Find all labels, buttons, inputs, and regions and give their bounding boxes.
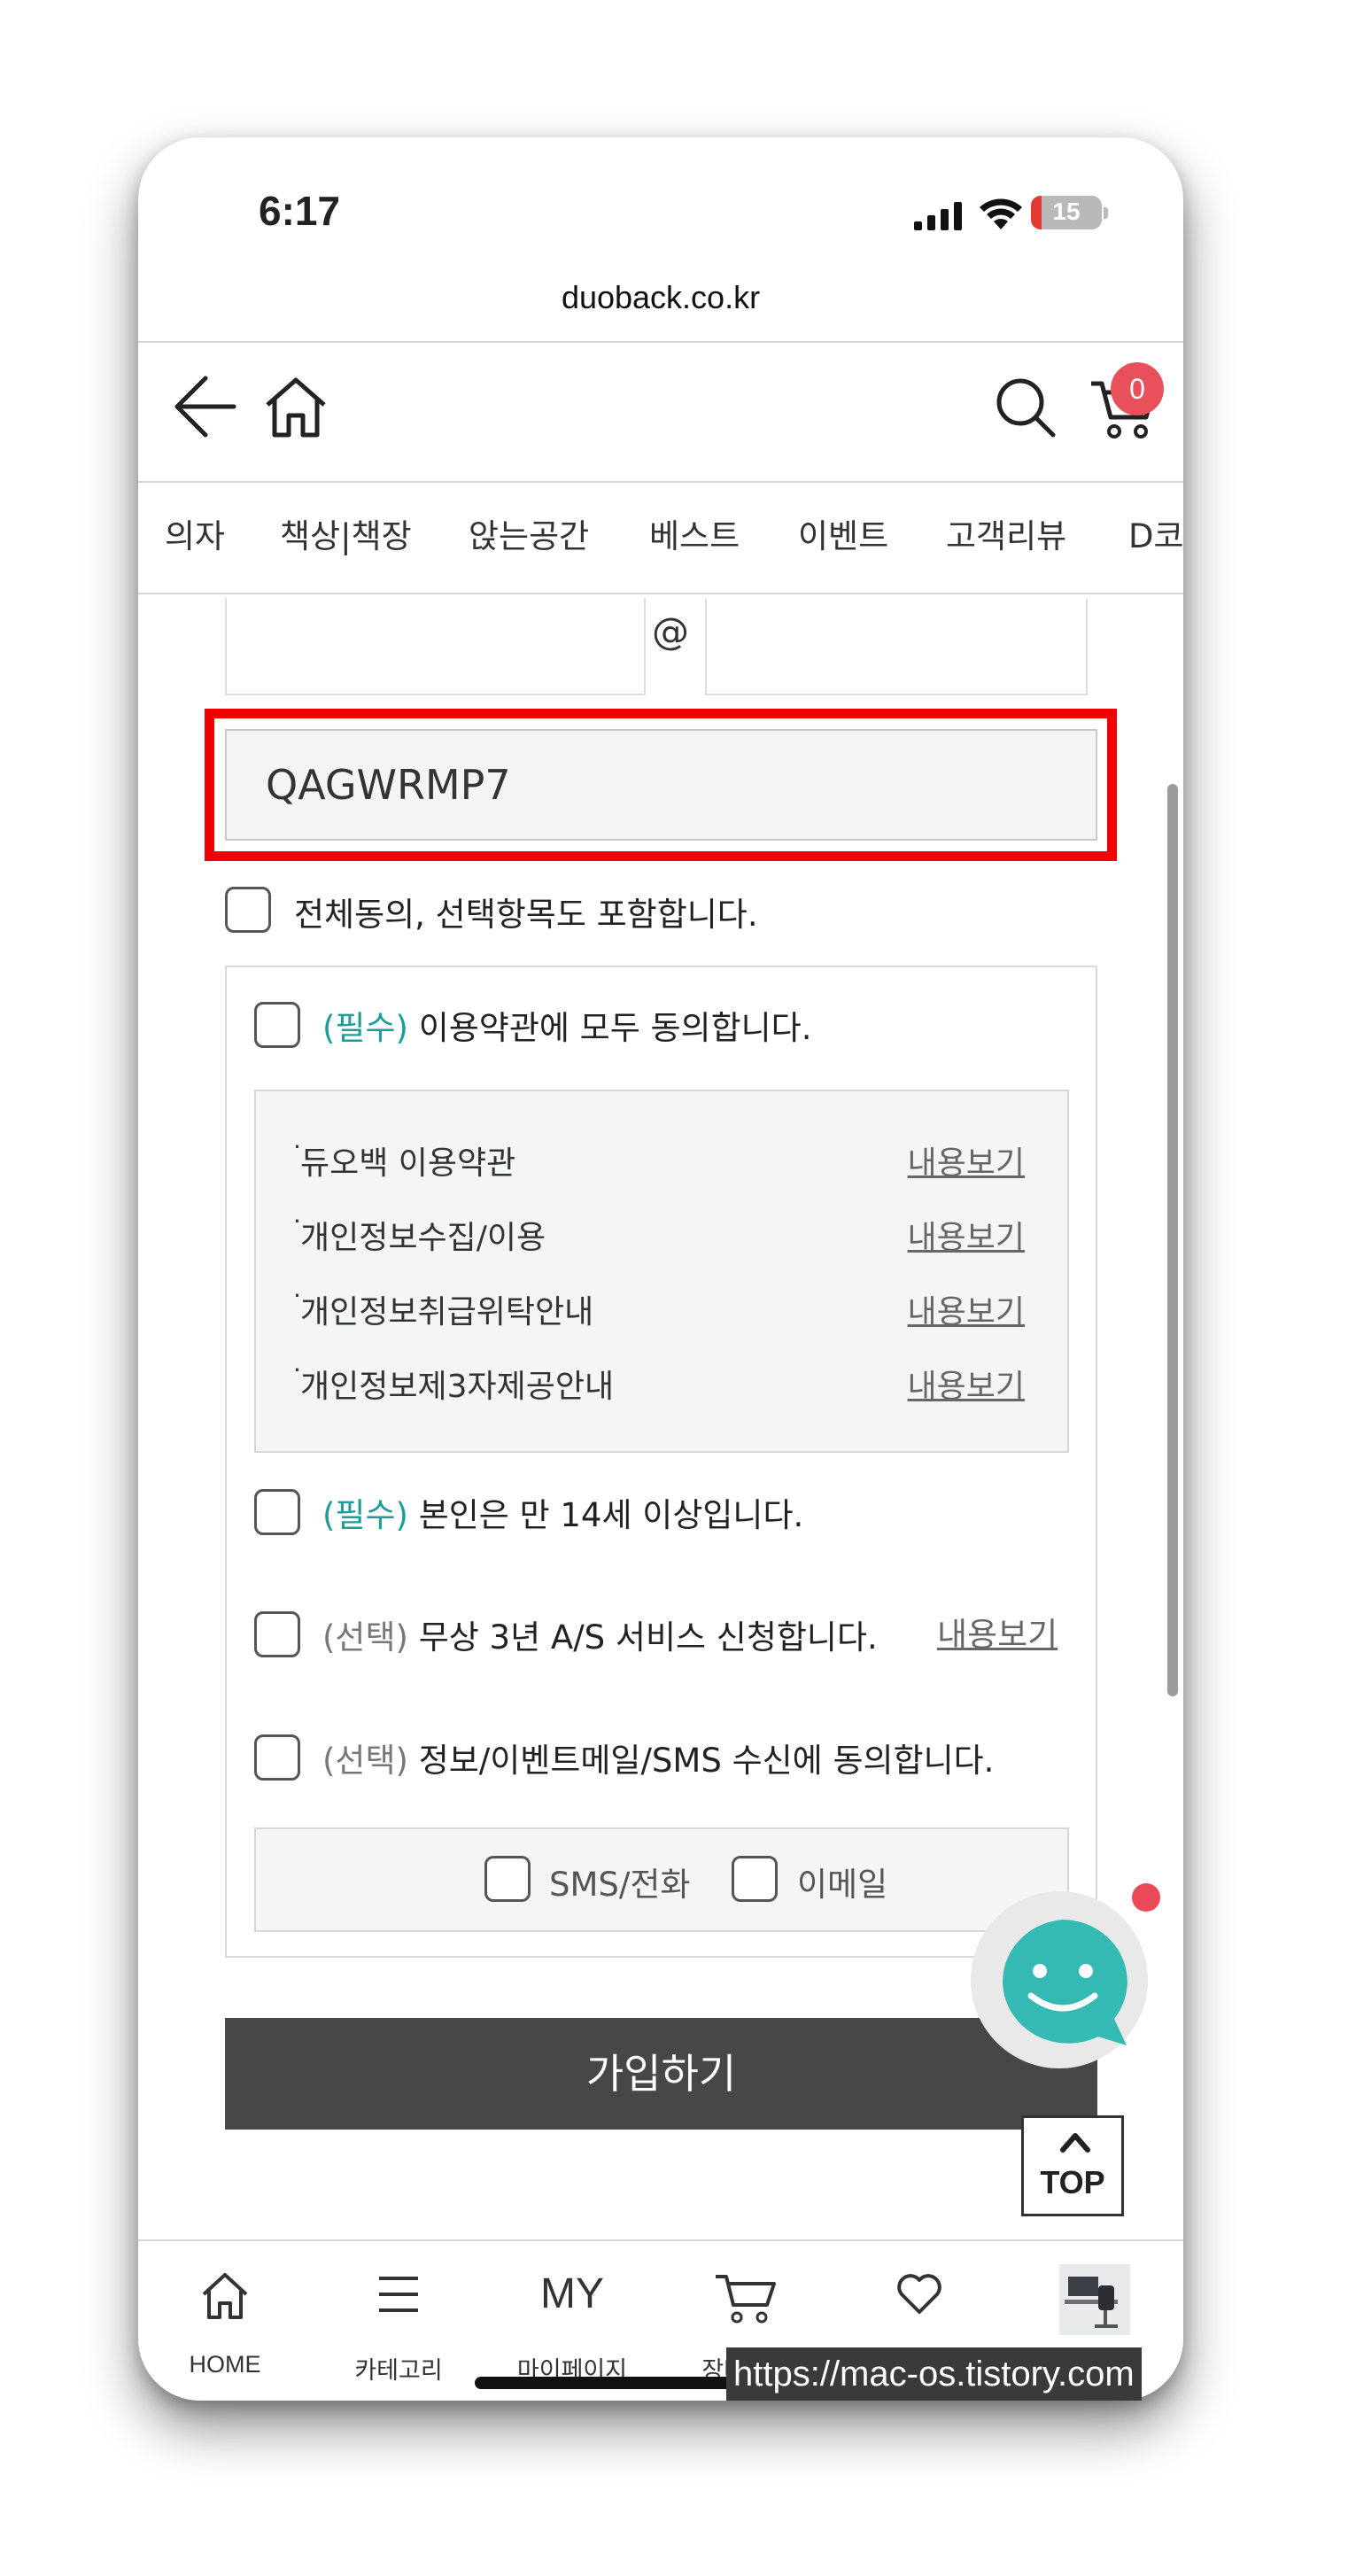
- term-label: 개인정보제3자제공안내: [300, 1369, 615, 1405]
- tab-home-label: HOME: [189, 2351, 261, 2378]
- term-label: 개인정보취급위탁안내: [300, 1294, 594, 1331]
- agree-all-label: 전체동의, 선택항목도 포함합니다.: [294, 896, 758, 934]
- divider: [138, 481, 1183, 483]
- battery-level: 15: [1052, 198, 1081, 225]
- battery-icon: 15: [1031, 196, 1102, 229]
- terms-all-text: 이용약관에 모두 동의합니다.: [407, 1009, 812, 1047]
- smiley-chat-icon[interactable]: [994, 1916, 1146, 2049]
- menu-icon: [379, 2277, 418, 2312]
- nav-item-desk[interactable]: 책상|책장: [280, 509, 412, 557]
- required-tag: (필수): [322, 1496, 408, 1534]
- email-domain-input[interactable]: [705, 598, 1088, 695]
- home-icon[interactable]: [262, 375, 329, 438]
- nav-item-space[interactable]: 앉는공간: [469, 509, 589, 557]
- recent-product-thumbnail: [1059, 2264, 1130, 2335]
- email-id-input[interactable]: [225, 598, 646, 695]
- scroll-top-button[interactable]: TOP: [1021, 2115, 1124, 2216]
- status-time: 6:17: [259, 188, 341, 234]
- tab-category-label: 카테고리: [354, 2357, 443, 2384]
- nav-item-event[interactable]: 이벤트: [798, 509, 888, 557]
- marketing-label: (선택) 정보/이벤트메일/SMS 수신에 동의합니다.: [322, 1734, 994, 1781]
- email-checkbox[interactable]: [732, 1856, 778, 1902]
- term-view-link[interactable]: 내용보기: [908, 1137, 1025, 1183]
- nav-item-dcode[interactable]: D코: [1128, 509, 1183, 557]
- cart-icon: [716, 2275, 776, 2324]
- marketing-channels: SMS/전화 이메일: [254, 1827, 1069, 1932]
- cart-count-badge: 0: [1111, 362, 1164, 415]
- wifi-icon: [980, 198, 1022, 229]
- term-row: · 듀오백 이용약관 내용보기: [256, 1132, 1067, 1191]
- term-view-link[interactable]: 내용보기: [908, 1212, 1025, 1258]
- watermark-text: https://mac-os.tistory.com: [726, 2347, 1142, 2401]
- marketing-text: 정보/이벤트메일/SMS 수신에 동의합니다.: [407, 1742, 995, 1780]
- age-text: 본인은 만 14세 이상입니다.: [407, 1496, 804, 1534]
- as-service-checkbox[interactable]: [254, 1611, 300, 1657]
- term-label: 듀오백 이용약관: [300, 1145, 516, 1182]
- address-bar-url[interactable]: duoback.co.kr: [138, 279, 1183, 316]
- tab-home[interactable]: HOME: [138, 2241, 312, 2401]
- as-service-label: (선택) 무상 3년 A/S 서비스 신청합니다.: [322, 1610, 878, 1658]
- sms-checkbox[interactable]: [484, 1856, 531, 1902]
- my-icon: MY: [540, 2270, 604, 2317]
- divider: [138, 341, 1183, 343]
- nav-item-best[interactable]: 베스트: [649, 509, 740, 557]
- agree-all-checkbox[interactable]: [225, 887, 271, 933]
- nav-item-review[interactable]: 고객리뷰: [946, 509, 1066, 557]
- terms-all-checkbox[interactable]: [254, 1002, 300, 1048]
- term-row: · 개인정보제3자제공안내 내용보기: [256, 1355, 1067, 1414]
- age-label: (필수) 본인은 만 14세 이상입니다.: [322, 1488, 803, 1536]
- email-at-sign: @: [652, 609, 689, 653]
- chevron-up-icon: [1060, 2133, 1090, 2153]
- home-icon: [202, 2273, 248, 2319]
- divider: [138, 593, 1183, 594]
- as-service-view-link[interactable]: 내용보기: [937, 1608, 1058, 1656]
- battery-cap: [1104, 207, 1108, 219]
- sms-label: SMS/전화: [549, 1866, 691, 1904]
- join-button[interactable]: 가입하기: [225, 2018, 1097, 2130]
- term-row: · 개인정보수집/이용 내용보기: [256, 1207, 1067, 1265]
- scrollbar[interactable]: [1167, 784, 1178, 1696]
- marketing-checkbox[interactable]: [254, 1734, 300, 1781]
- heart-icon: [897, 2274, 941, 2314]
- cellular-signal-icon: [914, 202, 962, 230]
- nav-item-chair[interactable]: 의자: [165, 509, 225, 557]
- search-icon[interactable]: [995, 376, 1057, 438]
- chatbot-notification-dot: [1132, 1883, 1160, 1912]
- age-checkbox[interactable]: [254, 1489, 300, 1535]
- term-label: 개인정보수집/이용: [300, 1220, 546, 1256]
- email-label: 이메일: [797, 1866, 888, 1904]
- required-tag: (필수): [322, 1009, 408, 1047]
- scroll-top-label: TOP: [1040, 2164, 1105, 2200]
- terms-list: · 듀오백 이용약관 내용보기 · 개인정보수집/이용 내용보기 · 개인정보취…: [254, 1090, 1069, 1453]
- back-arrow-icon[interactable]: [170, 373, 237, 440]
- optional-tag: (선택): [322, 1742, 408, 1780]
- term-row: · 개인정보취급위탁안내 내용보기: [256, 1281, 1067, 1339]
- optional-tag: (선택): [322, 1618, 408, 1657]
- as-service-text: 무상 3년 A/S 서비스 신청합니다.: [407, 1618, 878, 1657]
- terms-all-label: (필수) 이용약관에 모두 동의합니다.: [322, 1001, 811, 1049]
- term-view-link[interactable]: 내용보기: [908, 1361, 1025, 1407]
- code-input[interactable]: QAGWRMP7: [225, 729, 1097, 841]
- tab-category[interactable]: 카테고리: [312, 2241, 485, 2401]
- term-view-link[interactable]: 내용보기: [908, 1286, 1025, 1332]
- phone-screen: 6:17 15 duoback.co.kr 0 의자 책상|책장 앉는공간 베스…: [138, 137, 1183, 2401]
